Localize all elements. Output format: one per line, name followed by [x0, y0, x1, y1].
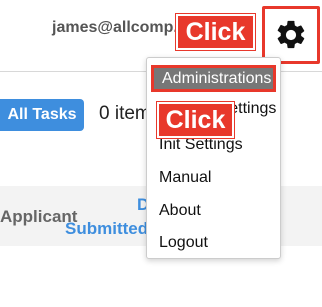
column-header-submitted[interactable]: Submitted: [65, 219, 148, 239]
app-page: james@allcomp... All Tasks 0 item Applic…: [0, 0, 322, 307]
click-annotation-administrations: Click: [157, 102, 234, 138]
menu-item-administrations[interactable]: Administrations: [151, 65, 276, 92]
all-tasks-button[interactable]: All Tasks: [0, 99, 84, 131]
click-annotation-gear: Click: [176, 14, 255, 50]
menu-item-about[interactable]: About: [159, 202, 201, 220]
menu-item-manual[interactable]: Manual: [159, 169, 211, 187]
items-count: 0 item: [99, 103, 151, 124]
user-email: james@allcomp...: [52, 19, 187, 36]
settings-dropdown-menu: Administrations Domain Settings Init Set…: [146, 57, 281, 259]
settings-button[interactable]: [262, 6, 320, 64]
gear-icon: [277, 20, 305, 49]
menu-item-logout[interactable]: Logout: [159, 234, 208, 252]
menu-item-init-settings[interactable]: Init Settings: [159, 136, 243, 154]
